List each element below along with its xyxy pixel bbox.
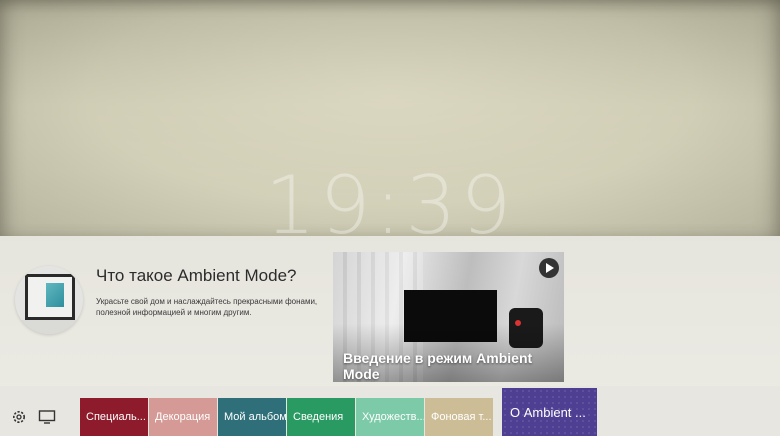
tile-label: Фоновая т... [431,411,492,423]
tile-about-ambient[interactable]: О Ambient ... [502,388,597,436]
play-icon[interactable] [539,258,559,278]
tile-info[interactable]: Сведения [287,398,355,436]
info-title: Что такое Ambient Mode? [96,266,297,285]
settings-icon[interactable] [10,408,28,426]
tile-my-album[interactable]: Мой альбом [218,398,286,436]
tile-artwork[interactable]: Художеств... [356,398,424,436]
tile-label: Сведения [293,411,344,423]
tile-label: О Ambient ... [510,404,586,420]
info-description: Украсьте свой дом и наслаждайтесь прекра… [96,297,318,317]
tile-label: Специаль... [86,411,146,423]
intro-video-card[interactable]: Введение в режим Ambient Mode [333,252,564,382]
clock-display: 19:39 [264,159,516,252]
tile-label: Мой альбом [224,411,286,423]
tv-icon[interactable] [38,408,56,426]
video-caption: Введение в режим Ambient Mode [343,350,533,382]
tile-background-theme[interactable]: Фоновая т... [425,398,493,436]
ambient-thumbnail [15,266,83,334]
tile-decoration[interactable]: Декорация [149,398,217,436]
tile-special[interactable]: Специаль... [80,398,148,436]
tile-label: Декорация [155,411,211,423]
tile-label: Художеств... [362,411,424,423]
